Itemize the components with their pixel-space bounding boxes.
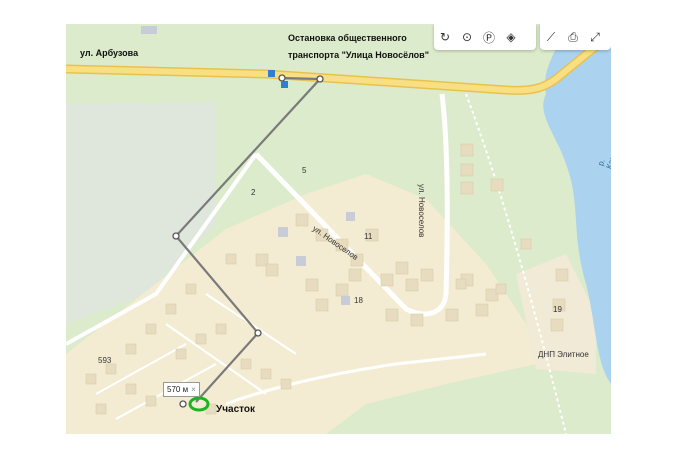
ruler-icon[interactable]: ⟋ bbox=[540, 26, 562, 48]
house-number-593: 593 bbox=[98, 356, 112, 365]
house-number-2: 2 bbox=[251, 188, 256, 197]
print-icon[interactable]: ⎙ bbox=[562, 26, 584, 48]
house-number-19: 19 bbox=[553, 305, 562, 314]
bus-stop-icon-2 bbox=[281, 81, 288, 88]
route-distance-value: 570 м bbox=[167, 385, 189, 394]
layers-icon[interactable]: ◈ bbox=[500, 26, 522, 48]
map-view[interactable]: ↻ ⊙ Ⓟ ◈ ⟋ ⎙ ⤢ ул. Арбузова Остановка общ… bbox=[66, 24, 611, 434]
stop-label-line2: транспорта "Улица Новосёлов" bbox=[288, 50, 429, 60]
map-controls-group: ↻ ⊙ Ⓟ ◈ bbox=[434, 24, 536, 50]
house-number-11: 11 bbox=[364, 232, 373, 241]
house-number-5: 5 bbox=[302, 166, 307, 175]
route-distance-tooltip: 570 м × bbox=[163, 382, 200, 397]
parking-icon[interactable]: Ⓟ bbox=[478, 26, 500, 48]
close-icon[interactable]: × bbox=[191, 383, 196, 396]
plot-label: Участок bbox=[216, 404, 256, 415]
map-tools-group: ⟋ ⎙ ⤢ bbox=[540, 24, 611, 50]
map-canvas bbox=[66, 24, 611, 434]
dnp-label: ДНП Элитное bbox=[538, 350, 589, 359]
geo-icon[interactable]: ⊙ bbox=[456, 26, 478, 48]
bus-stop-icon bbox=[268, 70, 275, 77]
stop-label-line1: Остановка общественного bbox=[288, 33, 407, 43]
fullscreen-icon[interactable]: ⤢ bbox=[584, 26, 606, 48]
street-label-novoselov-vertical: ул. Новоселов bbox=[417, 184, 426, 238]
refresh-icon[interactable]: ↻ bbox=[434, 26, 456, 48]
house-number-18: 18 bbox=[354, 296, 363, 305]
street-label-arbuzova: ул. Арбузова bbox=[80, 48, 139, 58]
